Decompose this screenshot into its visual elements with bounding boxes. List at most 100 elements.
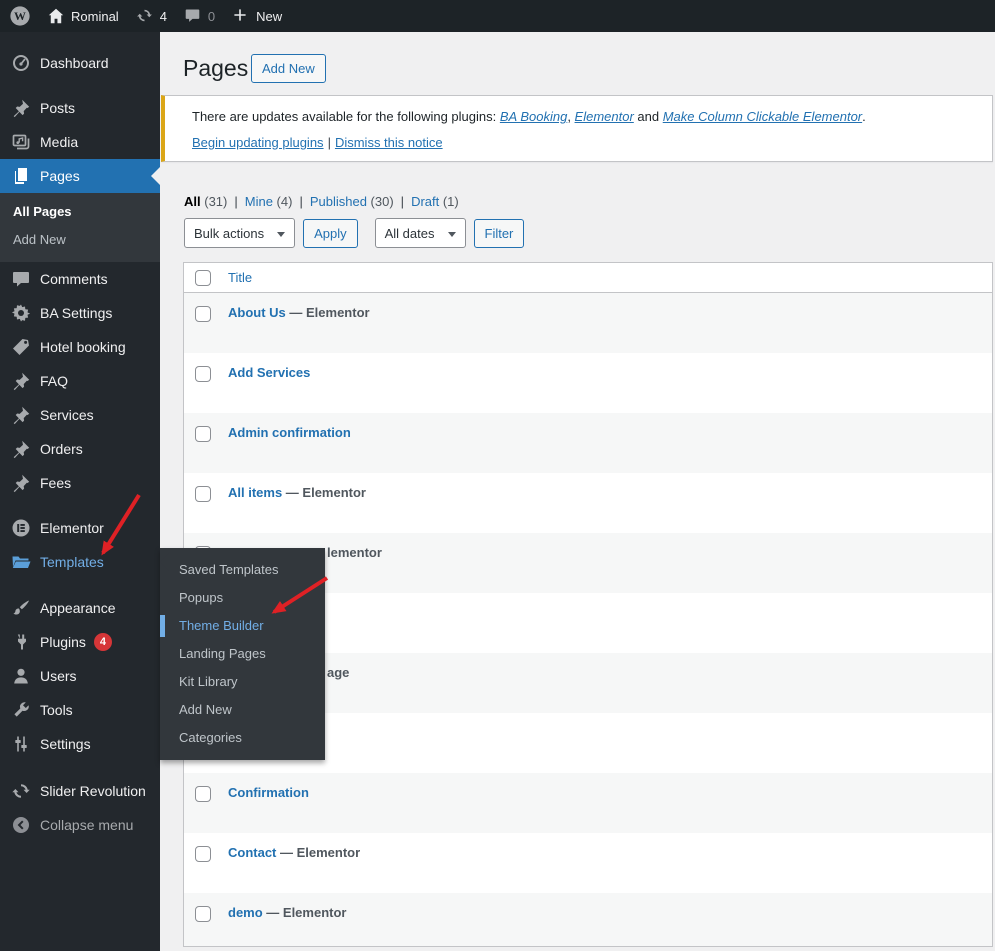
new-label: New — [256, 8, 283, 24]
sidebar-item-faq[interactable]: FAQ — [0, 364, 160, 398]
sidebar-item-collapse-menu[interactable]: Collapse menu — [0, 808, 160, 842]
submenu-item-all-pages[interactable]: All Pages — [0, 198, 160, 226]
sidebar-item-label: Settings — [40, 736, 91, 752]
filter-button[interactable]: Filter — [473, 218, 525, 248]
page-title-link-about-us[interactable]: About Us — [228, 305, 286, 320]
site-name: Rominal — [71, 8, 119, 24]
table-row: Confirmation — [184, 773, 992, 833]
begin-updating-plugins-link[interactable]: Begin updating plugins — [192, 135, 324, 150]
sidebar-item-elementor[interactable]: Elementor — [0, 511, 160, 545]
pages-icon — [11, 166, 31, 186]
dashboard-icon — [11, 53, 31, 73]
page-title-link-add-services[interactable]: Add Services — [228, 365, 310, 380]
sidebar-item-appearance[interactable]: Appearance — [0, 591, 160, 625]
notice-period: . — [862, 109, 866, 124]
page-title-link-contact[interactable]: Contact — [228, 845, 276, 860]
list-controls: Bulk actions Apply All dates Filter — [184, 218, 525, 248]
gear-icon — [11, 303, 31, 323]
sidebar-item-templates[interactable]: Templates — [0, 545, 160, 579]
sidebar-item-label: Plugins — [40, 634, 86, 650]
menu-section: Slider Revolution Collapse menu — [0, 774, 160, 842]
row-title: Confirmation — [228, 785, 309, 800]
sidebar-item-settings[interactable]: Settings — [0, 727, 160, 761]
row-checkbox[interactable] — [195, 306, 211, 322]
sidebar-item-ba-settings[interactable]: BA Settings — [0, 296, 160, 330]
admin-sidebar: Dashboard Posts Media Pages All Pages Add New… — [0, 32, 160, 951]
dates-select[interactable]: All dates — [374, 218, 466, 248]
row-checkbox[interactable] — [195, 486, 211, 502]
admin-bar: W Rominal 4 0 New — [0, 0, 995, 32]
sidebar-item-media[interactable]: Media — [0, 125, 160, 159]
notice-sep: , — [567, 109, 575, 124]
sidebar-item-label: Slider Revolution — [40, 783, 146, 799]
view-filter-mine[interactable]: Mine — [245, 194, 273, 209]
row-title: demo — Elementor — [228, 905, 346, 920]
update-count-badge: 4 — [93, 633, 112, 651]
sidebar-item-label: FAQ — [40, 373, 69, 389]
flyout-item-kit-library[interactable]: Kit Library — [160, 668, 325, 696]
flyout-item-popups[interactable]: Popups — [160, 584, 325, 612]
flyout-item-categories[interactable]: Categories — [160, 724, 325, 752]
sidebar-item-comments[interactable]: Comments — [0, 262, 160, 296]
row-checkbox[interactable] — [195, 366, 211, 382]
bulk-actions-select[interactable]: Bulk actions — [184, 218, 296, 248]
flyout-item-saved-templates[interactable]: Saved Templates — [160, 556, 325, 584]
collapse-icon — [11, 815, 31, 835]
media-icon — [11, 132, 31, 152]
sidebar-item-services[interactable]: Services — [0, 398, 160, 432]
table-row: demo — Elementor — [184, 893, 992, 946]
templates-flyout-menu: Saved Templates Popups Theme Builder Landin… — [160, 548, 325, 760]
view-filter-draft[interactable]: Draft — [411, 194, 439, 209]
menu-section: Dashboard — [0, 46, 160, 80]
sidebar-item-orders[interactable]: Orders — [0, 432, 160, 466]
wordpress-logo-icon: W — [10, 6, 30, 26]
page-title-link-admin-confirmation[interactable]: Admin confirmation — [228, 425, 351, 440]
row-checkbox[interactable] — [195, 426, 211, 442]
plugin-link-ba-booking[interactable]: BA Booking — [500, 109, 567, 124]
comments-menu[interactable]: 0 — [184, 7, 215, 25]
page-title: Pages — [183, 55, 249, 81]
sliders-icon — [11, 734, 31, 754]
page-title-link-all-items[interactable]: All items — [228, 485, 282, 500]
svg-text:W: W — [14, 9, 26, 23]
wordpress-logo[interactable]: W — [9, 5, 31, 27]
sidebar-item-fees[interactable]: Fees — [0, 466, 160, 500]
site-menu[interactable]: Rominal — [47, 7, 119, 25]
updates-menu[interactable]: 4 — [136, 7, 167, 25]
view-filter-published[interactable]: Published — [310, 194, 367, 209]
brush-icon — [11, 598, 31, 618]
sidebar-item-pages[interactable]: Pages — [0, 159, 160, 193]
row-title: Add Services — [228, 365, 310, 380]
title-column-header[interactable]: Title — [228, 270, 252, 285]
sidebar-item-hotel-booking[interactable]: Hotel booking — [0, 330, 160, 364]
page-title-link-demo[interactable]: demo — [228, 905, 263, 920]
menu-section: Posts Media Pages All Pages Add New Comments B… — [0, 91, 160, 500]
flyout-item-theme-builder[interactable]: Theme Builder — [160, 612, 325, 640]
row-checkbox[interactable] — [195, 846, 211, 862]
dates-label: All dates — [384, 225, 435, 241]
pin-icon — [11, 405, 31, 425]
sidebar-item-slider-revolution[interactable]: Slider Revolution — [0, 774, 160, 808]
submenu-item-add-new[interactable]: Add New — [0, 226, 160, 254]
plugin-link-elementor[interactable]: Elementor — [575, 109, 634, 124]
table-row: All items — Elementor — [184, 473, 992, 533]
flyout-item-add-new[interactable]: Add New — [160, 696, 325, 724]
view-filter-all[interactable]: All — [184, 194, 201, 209]
row-checkbox[interactable] — [195, 906, 211, 922]
sidebar-item-users[interactable]: Users — [0, 659, 160, 693]
sidebar-item-plugins[interactable]: Plugins 4 — [0, 625, 160, 659]
new-menu[interactable]: New — [232, 7, 282, 25]
sidebar-item-posts[interactable]: Posts — [0, 91, 160, 125]
comments-icon — [184, 7, 202, 25]
row-title: Contact — Elementor — [228, 845, 360, 860]
sidebar-item-dashboard[interactable]: Dashboard — [0, 46, 160, 80]
apply-button[interactable]: Apply — [303, 218, 358, 248]
row-checkbox[interactable] — [195, 786, 211, 802]
page-title-link-confirmation[interactable]: Confirmation — [228, 785, 309, 800]
add-new-button[interactable]: Add New — [251, 54, 326, 83]
flyout-item-landing-pages[interactable]: Landing Pages — [160, 640, 325, 668]
sidebar-item-tools[interactable]: Tools — [0, 693, 160, 727]
dismiss-notice-link[interactable]: Dismiss this notice — [335, 135, 443, 150]
select-all-checkbox[interactable] — [195, 269, 211, 286]
plugin-link-make-column-clickable[interactable]: Make Column Clickable Elementor — [663, 109, 862, 124]
